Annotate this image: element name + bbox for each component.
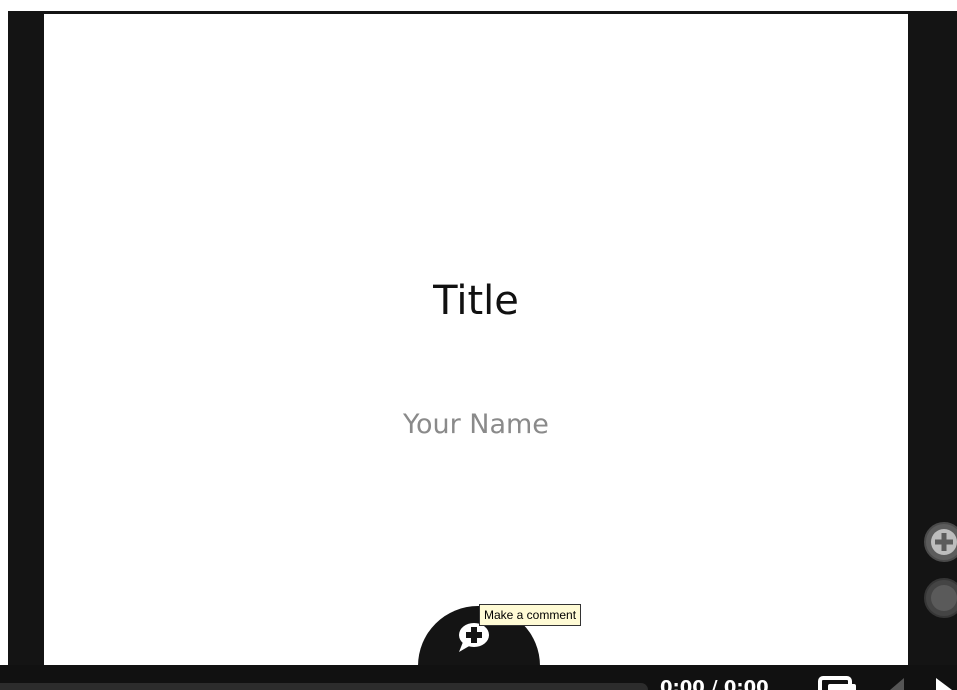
slide-canvas: Title Your Name [44,14,908,665]
progress-bar[interactable] [0,683,648,690]
top-strip [0,0,957,11]
next-icon[interactable] [932,678,957,690]
zoom-in-button[interactable] [924,522,957,562]
presentation-viewer: Title Your Name Make a comment 0:00 / 0:… [0,0,957,690]
comment-tooltip: Make a comment [479,604,582,626]
slide-title: Title [433,278,519,324]
zoom-out-button[interactable] [924,578,957,618]
slides-icon[interactable] [818,676,858,690]
slide-subtitle: Your Name [403,409,549,440]
previous-icon[interactable] [884,678,908,690]
time-readout: 0:00 / 0:00 [660,677,769,690]
minus-icon [931,585,957,611]
plus-icon [931,529,957,555]
